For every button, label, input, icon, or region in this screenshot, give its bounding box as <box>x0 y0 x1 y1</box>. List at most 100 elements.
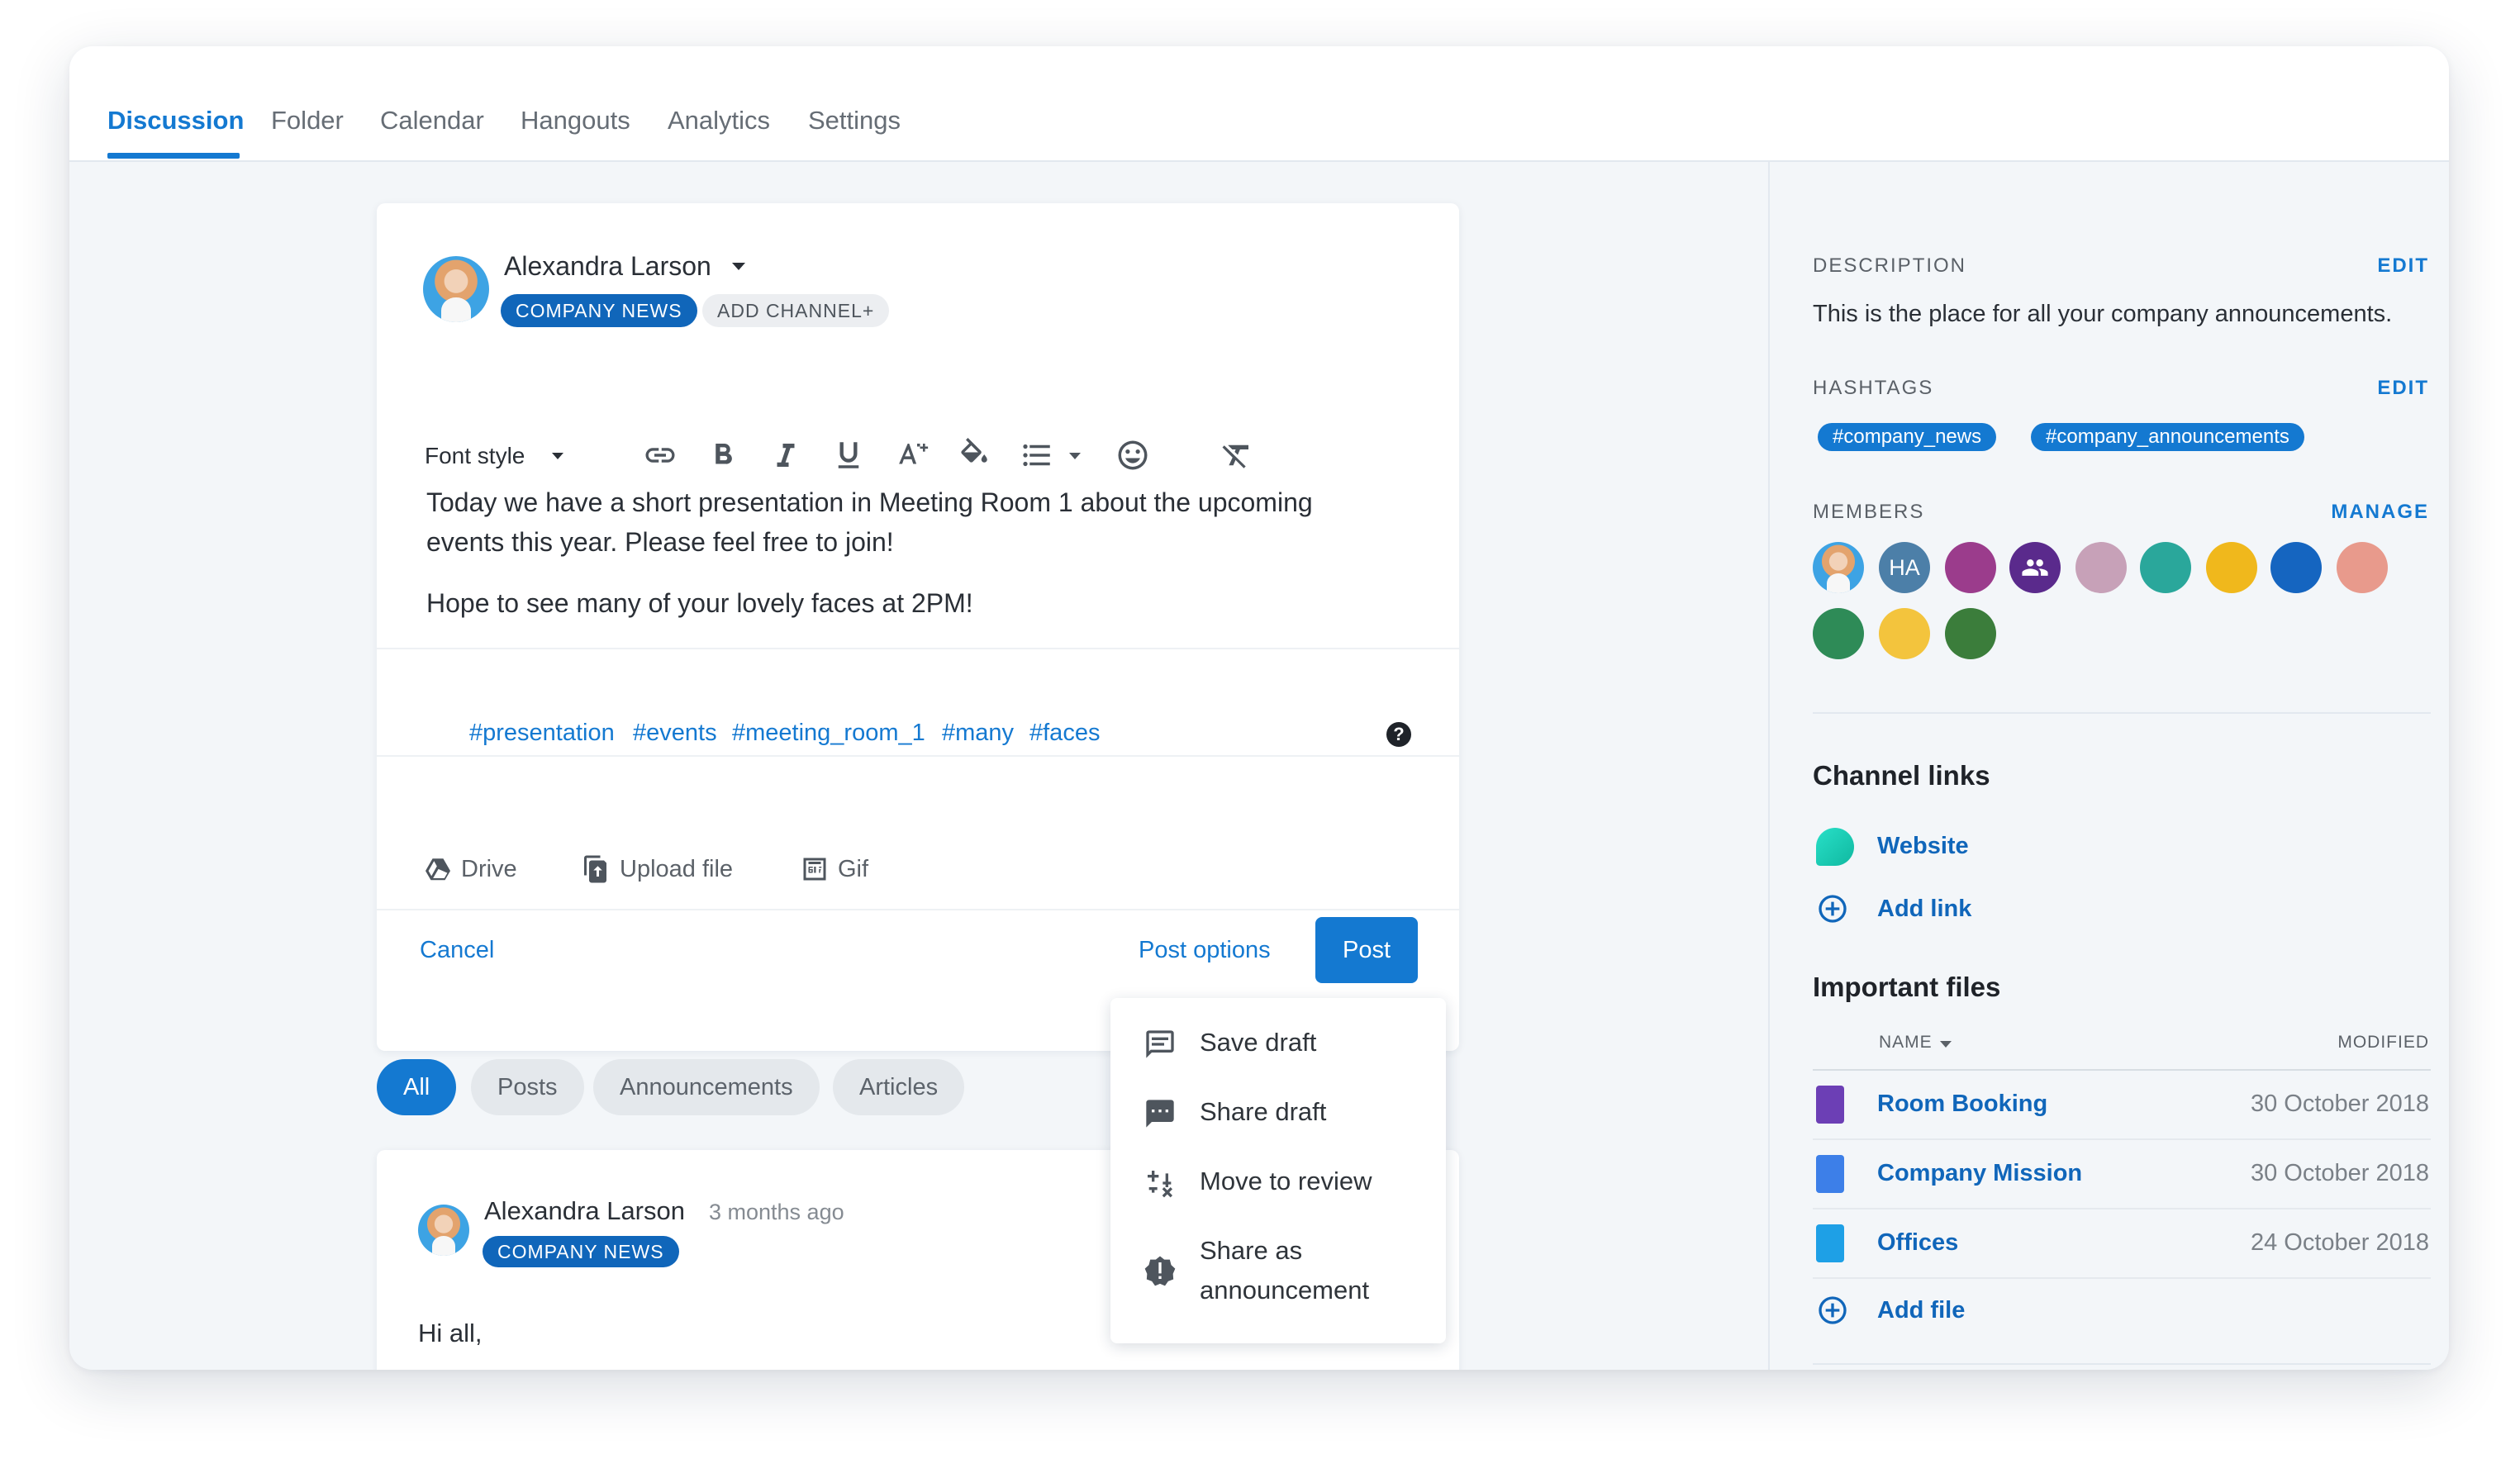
divider <box>377 648 1459 649</box>
clear-format-icon[interactable] <box>1216 435 1258 476</box>
drive-attach-button[interactable]: Drive <box>423 854 517 884</box>
divider <box>1813 1069 2431 1071</box>
gif-button[interactable]: Gif <box>800 854 868 884</box>
file-modified: 30 October 2018 <box>2250 1091 2429 1117</box>
hashtag-chip[interactable]: #company_announcements <box>2031 423 2304 451</box>
name-column-header[interactable]: NAME <box>1879 1033 1933 1053</box>
post-composer <box>377 203 1459 1051</box>
post-options-button[interactable]: Post options <box>1139 937 1271 964</box>
italic-icon[interactable] <box>765 435 806 476</box>
link-icon[interactable] <box>640 435 681 476</box>
cancel-button[interactable]: Cancel <box>420 937 494 964</box>
post-author-name[interactable]: Alexandra Larson <box>484 1196 685 1226</box>
hashtags-edit-button[interactable]: EDIT <box>2377 377 2429 400</box>
add-channel-button[interactable]: ADD CHANNEL+ <box>702 294 890 327</box>
channel-pill[interactable]: COMPANY NEWS <box>483 1236 679 1267</box>
drive-label: Drive <box>461 855 517 882</box>
upload-file-button[interactable]: Upload file <box>582 854 733 884</box>
important-files-title: Important files <box>1813 972 2001 1002</box>
filter-articles[interactable]: Articles <box>833 1059 965 1115</box>
divider <box>1813 712 2431 714</box>
hashtag-chip[interactable]: #faces <box>1029 720 1100 747</box>
divider <box>1813 1277 2431 1279</box>
menu-share-draft[interactable]: Share draft <box>1200 1092 1326 1132</box>
website-link[interactable]: Website <box>1877 833 1969 860</box>
bold-icon[interactable] <box>702 435 744 476</box>
member-avatar[interactable] <box>1879 608 1930 659</box>
post-button[interactable]: Post <box>1315 917 1418 983</box>
add-circle-icon[interactable] <box>1816 892 1849 925</box>
member-avatar[interactable] <box>2206 542 2257 593</box>
menu-share-as-announcement[interactable]: Share as announcement <box>1200 1231 1369 1310</box>
tab-settings[interactable]: Settings <box>808 106 901 135</box>
add-file-button[interactable]: Add file <box>1877 1297 1965 1324</box>
member-avatar[interactable] <box>1945 608 1996 659</box>
tab-discussion[interactable]: Discussion <box>107 106 244 135</box>
filter-all[interactable]: All <box>377 1059 457 1115</box>
doc-file-icon <box>1816 1155 1844 1193</box>
font-size-icon[interactable] <box>891 435 932 476</box>
emoji-icon[interactable] <box>1112 435 1153 476</box>
chevron-down-icon[interactable] <box>1069 453 1081 459</box>
composer-author-name: Alexandra Larson <box>504 251 711 281</box>
underline-icon[interactable] <box>828 435 869 476</box>
channel-links-title: Channel links <box>1813 760 1990 791</box>
bulleted-list-icon[interactable] <box>1016 435 1058 476</box>
member-avatar[interactable] <box>2337 542 2388 593</box>
divider <box>377 909 1459 910</box>
divider <box>1813 1363 2431 1365</box>
member-avatar[interactable] <box>2140 542 2191 593</box>
tab-analytics[interactable]: Analytics <box>668 106 770 135</box>
menu-move-to-review[interactable]: Move to review <box>1200 1162 1372 1201</box>
fill-color-icon[interactable] <box>953 435 995 476</box>
hashtag-chip[interactable]: #meeting_room_1 <box>732 720 925 747</box>
member-avatar[interactable] <box>1813 542 1864 593</box>
channel-sidebar: DESCRIPTION EDIT This is the place for a… <box>1768 162 2449 1370</box>
hashtag-chip[interactable]: #company_news <box>1818 423 1997 451</box>
file-modified: 30 October 2018 <box>2250 1160 2429 1186</box>
divider <box>1813 1208 2431 1209</box>
tab-folder[interactable]: Folder <box>271 106 344 135</box>
divider <box>377 755 1459 757</box>
menu-save-draft[interactable]: Save draft <box>1200 1023 1316 1062</box>
filter-announcements[interactable]: Announcements <box>593 1059 820 1115</box>
add-circle-icon[interactable] <box>1816 1294 1849 1327</box>
member-avatar[interactable]: HA <box>1879 542 1930 593</box>
file-name[interactable]: Offices <box>1877 1229 1958 1257</box>
description-edit-button[interactable]: EDIT <box>2377 254 2429 278</box>
add-link-button[interactable]: Add link <box>1877 896 1971 923</box>
member-avatar[interactable] <box>1813 608 1864 659</box>
group-icon[interactable] <box>2009 542 2061 593</box>
channel-pill[interactable]: COMPANY NEWS <box>501 294 697 327</box>
author-avatar <box>423 256 489 322</box>
members-label: MEMBERS <box>1813 501 1925 523</box>
hashtag-chip[interactable]: #many <box>942 720 1014 747</box>
member-avatar[interactable] <box>2270 542 2322 593</box>
sort-down-icon[interactable] <box>1940 1041 1952 1048</box>
help-icon[interactable]: ? <box>1386 722 1411 747</box>
font-style-select[interactable]: Font style <box>425 443 525 469</box>
filter-posts[interactable]: Posts <box>471 1059 584 1115</box>
announcement-icon <box>1144 1256 1176 1286</box>
composer-body-line[interactable]: Today we have a short presentation in Me… <box>426 482 1313 522</box>
modified-column-header[interactable]: MODIFIED <box>2337 1033 2429 1053</box>
manage-members-button[interactable]: MANAGE <box>2331 501 2429 524</box>
menu-share-as-line: Share as <box>1200 1236 1303 1265</box>
tab-calendar[interactable]: Calendar <box>380 106 484 135</box>
top-navigation: Discussion Folder Calendar Hangouts Anal… <box>69 46 2449 162</box>
member-avatar[interactable] <box>2075 542 2127 593</box>
hashtag-chip[interactable]: #presentation <box>469 720 615 747</box>
composer-body-line[interactable]: events this year. Please feel free to jo… <box>426 522 894 562</box>
composer-body-line[interactable]: Hope to see many of your lovely faces at… <box>426 583 973 623</box>
file-name[interactable]: Company Mission <box>1877 1160 2082 1187</box>
chevron-down-icon[interactable] <box>552 453 563 459</box>
file-modified: 24 October 2018 <box>2250 1229 2429 1256</box>
chevron-down-icon[interactable] <box>732 263 745 270</box>
divider <box>1813 1138 2431 1140</box>
app-window: Discussion Folder Calendar Hangouts Anal… <box>69 46 2449 1370</box>
hashtag-chip[interactable]: #events <box>633 720 717 747</box>
file-name[interactable]: Room Booking <box>1877 1091 2047 1118</box>
tab-hangouts[interactable]: Hangouts <box>521 106 630 135</box>
chat-bubble-icon <box>1146 1100 1174 1128</box>
member-avatar[interactable] <box>1945 542 1996 593</box>
